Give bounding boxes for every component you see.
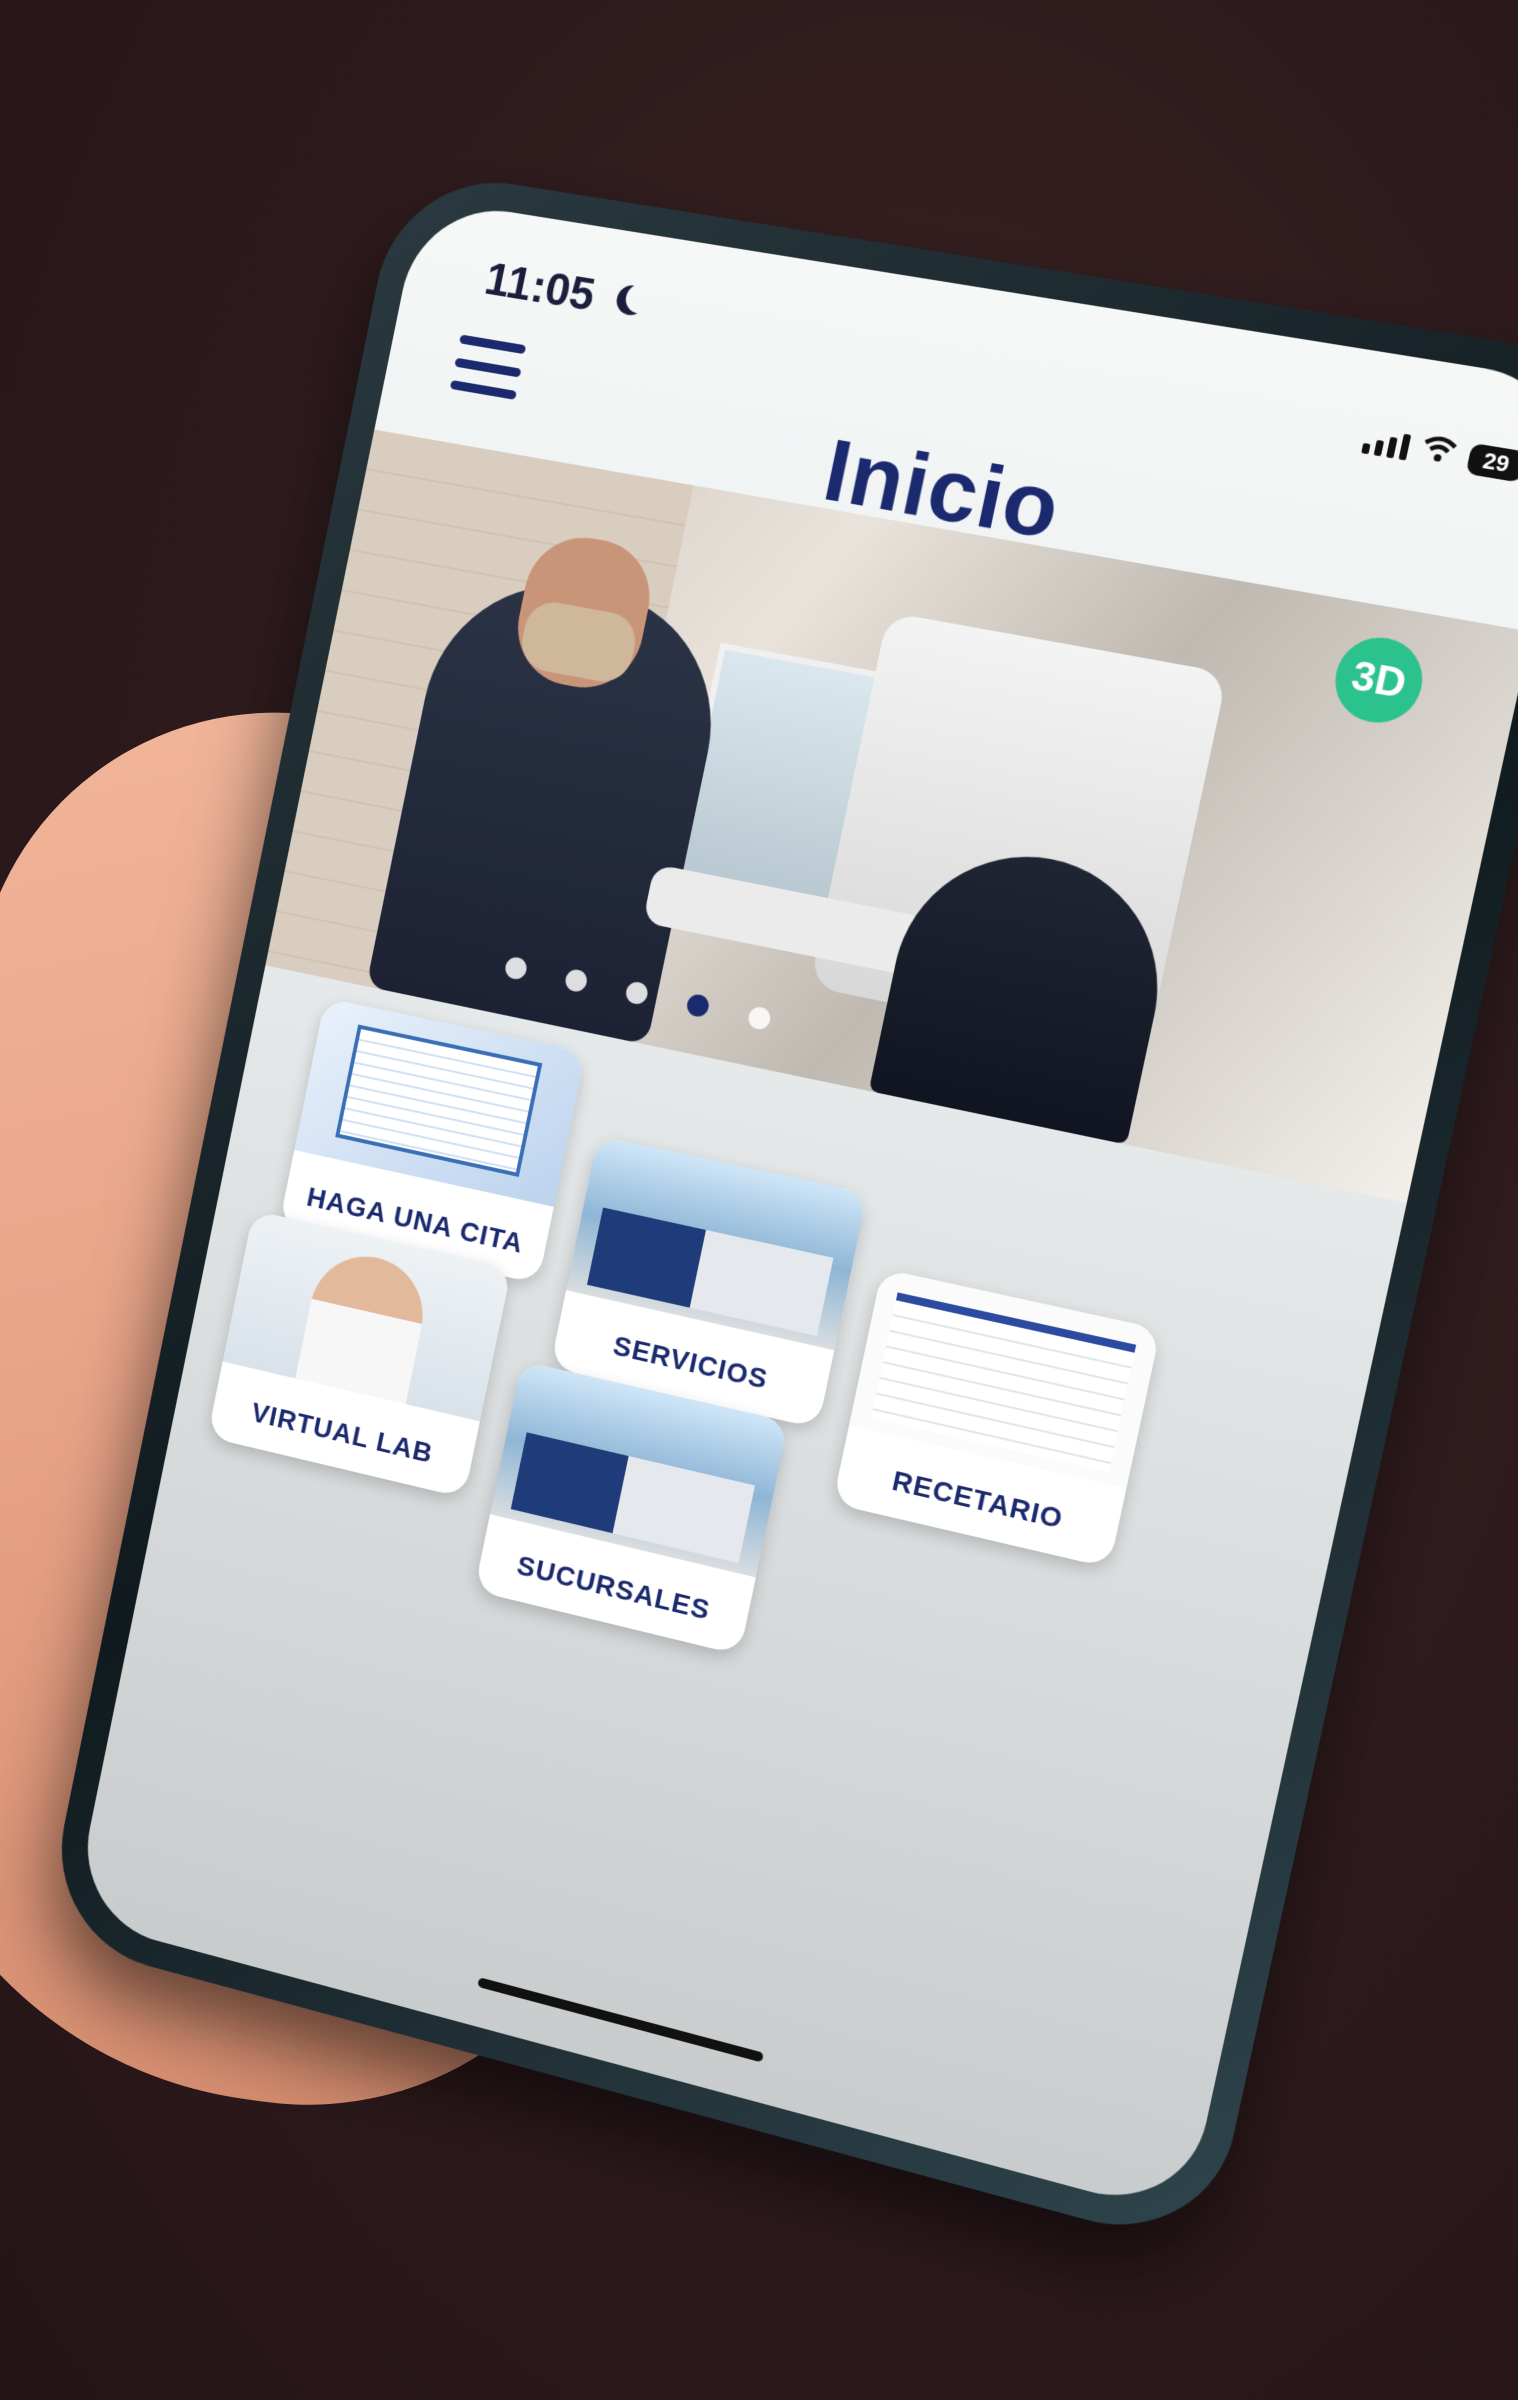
status-time: 11:05 [481,251,600,321]
form-image [294,998,586,1207]
wifi-icon [1418,429,1461,470]
tile-recetario[interactable]: RECETARIO [832,1268,1160,1567]
prescription-image [849,1268,1161,1488]
carousel-dot-active[interactable] [685,993,711,1019]
signal-icon [1361,428,1411,461]
battery-indicator: 29 [1466,443,1518,483]
carousel-dot[interactable] [503,956,528,981]
phone-device: 11:05 29 Inicio 3D HAGA UNA CITA SERVICI… [42,167,1518,2253]
carousel-dot[interactable] [624,980,649,1006]
carousel-dot[interactable] [747,1005,773,1031]
phone-screen: 11:05 29 Inicio 3D HAGA UNA CITA SERVICI… [72,198,1518,2217]
carousel-dot[interactable] [564,968,589,994]
moon-icon [623,282,658,316]
building-image [566,1136,867,1351]
